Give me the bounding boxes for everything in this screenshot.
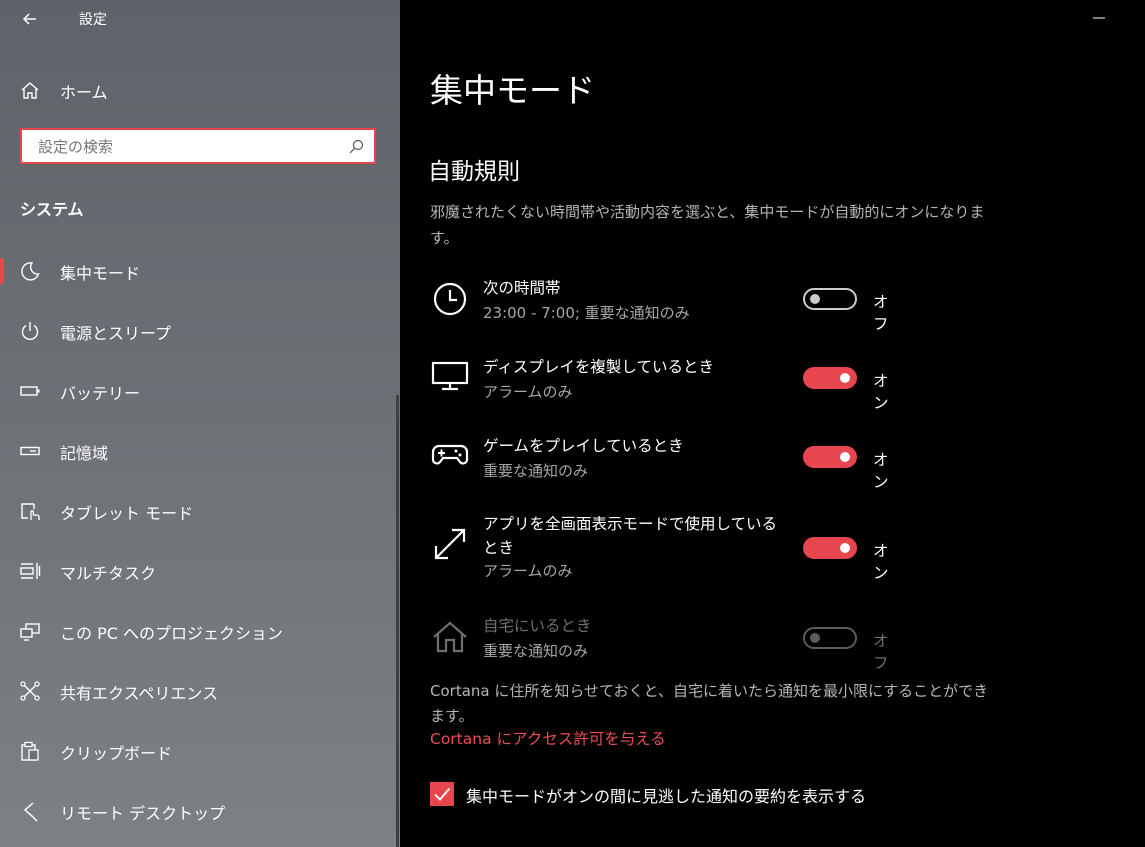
- search-box[interactable]: [20, 128, 376, 164]
- sidebar-item-label: 電源とスリープ: [60, 324, 172, 343]
- rule-name[interactable]: ゲームをプレイしているとき: [483, 434, 783, 458]
- cortana-note: Cortana に住所を知らせておくと、自宅に着いたら通知を最小限にすることがで…: [430, 682, 989, 725]
- sidebar-item-power-sleep[interactable]: 電源とスリープ: [0, 309, 396, 353]
- fullscreen-icon: [434, 528, 466, 560]
- rule-toggle: [803, 627, 857, 649]
- sidebar-item-label: 集中モード: [60, 264, 141, 283]
- back-arrow-icon: [22, 13, 36, 25]
- toggle-state: オン: [873, 542, 889, 582]
- section-description: 邪魔されたくない時間帯や活動内容を選ぶと、集中モードが自動的にオンになります。: [430, 203, 985, 247]
- clipboard-icon: [21, 741, 39, 761]
- sidebar-item-label: この PC へのプロジェクション: [60, 624, 283, 643]
- sidebar-item-clipboard[interactable]: クリップボード: [0, 729, 396, 773]
- minimize-icon[interactable]: [1089, 8, 1109, 28]
- gamepad-icon: [431, 444, 469, 465]
- toggle-knob: [840, 452, 850, 462]
- rule-toggle[interactable]: [803, 367, 857, 389]
- title-bar: 設定: [0, 0, 400, 38]
- sidebar-item-home[interactable]: ホーム: [0, 70, 400, 110]
- sidebar-item-label: クリップボード: [60, 744, 173, 763]
- rule-toggle[interactable]: [803, 537, 857, 559]
- rule-toggle[interactable]: [803, 446, 857, 468]
- section-title: 自動規則: [428, 159, 520, 185]
- toggle-knob: [840, 373, 850, 383]
- toggle-knob: [810, 633, 820, 643]
- sidebar: 設定 ホーム システム 集中モード 電源とスリープ バッテリ: [0, 0, 400, 847]
- sidebar-item-label: 記憶域: [60, 444, 109, 463]
- toggle-knob: [840, 543, 850, 553]
- toggle-state: オン: [873, 451, 889, 491]
- sidebar-item-label: リモート デスクトップ: [60, 804, 226, 823]
- clock-icon: [433, 282, 467, 316]
- rule-detail: アラームのみ: [483, 562, 573, 580]
- sidebar-scrollbar[interactable]: [396, 395, 399, 847]
- sidebar-item-focus-assist[interactable]: 集中モード: [0, 249, 396, 293]
- rule-detail: 23:00 - 7:00; 重要な通知のみ: [483, 304, 690, 322]
- rule-detail: アラームのみ: [483, 383, 573, 401]
- home-icon: [21, 82, 39, 99]
- back-button[interactable]: [18, 7, 42, 31]
- rule-name: 自宅にいるとき: [483, 617, 592, 635]
- sidebar-item-shared-experiences[interactable]: 共有エクスペリエンス: [0, 669, 396, 713]
- main-content: 集中モード 自動規則 邪魔されたくない時間帯や活動内容を選ぶと、集中モードが自動…: [400, 0, 1145, 847]
- sidebar-item-projection[interactable]: この PC へのプロジェクション: [0, 609, 396, 653]
- toggle-state: オフ: [873, 632, 889, 672]
- toggle-state: オン: [873, 372, 889, 412]
- summary-checkbox-label[interactable]: 集中モードがオンの間に見逃した通知の要約を表示する: [466, 783, 866, 807]
- sidebar-item-multitasking[interactable]: マルチタスク: [0, 549, 396, 593]
- sidebar-item-label: マルチタスク: [60, 564, 157, 583]
- rule-name[interactable]: ディスプレイを複製しているとき: [483, 355, 783, 379]
- sidebar-item-battery[interactable]: バッテリー: [0, 369, 396, 413]
- toggle-knob: [810, 294, 820, 304]
- toggle-state: オフ: [873, 293, 889, 333]
- sidebar-item-remote-desktop[interactable]: リモート デスクトップ: [0, 789, 396, 833]
- rule-name[interactable]: 次の時間帯: [483, 276, 783, 300]
- app-title: 設定: [79, 12, 107, 28]
- rule-detail: 重要な通知のみ: [483, 462, 589, 480]
- sidebar-home-label: ホーム: [60, 83, 108, 102]
- search-input[interactable]: [36, 136, 340, 158]
- sidebar-item-storage[interactable]: 記憶域: [0, 429, 396, 473]
- sidebar-item-label: タブレット モード: [60, 504, 194, 523]
- sidebar-item-tablet-mode[interactable]: タブレット モード: [0, 489, 396, 533]
- moon-icon: [21, 262, 40, 281]
- rule-name[interactable]: アプリを全画面表示モードで使用しているとき: [483, 512, 783, 560]
- power-icon: [21, 322, 39, 340]
- multitasking-icon: [20, 563, 41, 579]
- checkmark-icon: [434, 787, 451, 801]
- monitor-icon: [431, 361, 469, 391]
- rule-toggle[interactable]: [803, 288, 857, 310]
- tablet-mode-icon: [21, 503, 40, 520]
- active-indicator: [0, 258, 4, 284]
- sidebar-item-label: バッテリー: [60, 384, 141, 403]
- sidebar-item-label: 共有エクスペリエンス: [60, 684, 219, 703]
- cortana-permission-link[interactable]: Cortana にアクセス許可を与える: [430, 727, 666, 749]
- rule-detail: 重要な通知のみ: [483, 642, 589, 660]
- battery-icon: [20, 386, 40, 396]
- search-icon[interactable]: [348, 139, 364, 155]
- projection-icon: [20, 623, 40, 641]
- shared-experiences-icon: [20, 681, 40, 701]
- page-title: 集中モード: [430, 71, 595, 110]
- home-icon: [433, 621, 467, 653]
- remote-desktop-icon: [23, 802, 38, 822]
- storage-icon: [20, 446, 40, 456]
- sidebar-section-title: システム: [20, 200, 84, 219]
- summary-checkbox[interactable]: [430, 782, 454, 806]
